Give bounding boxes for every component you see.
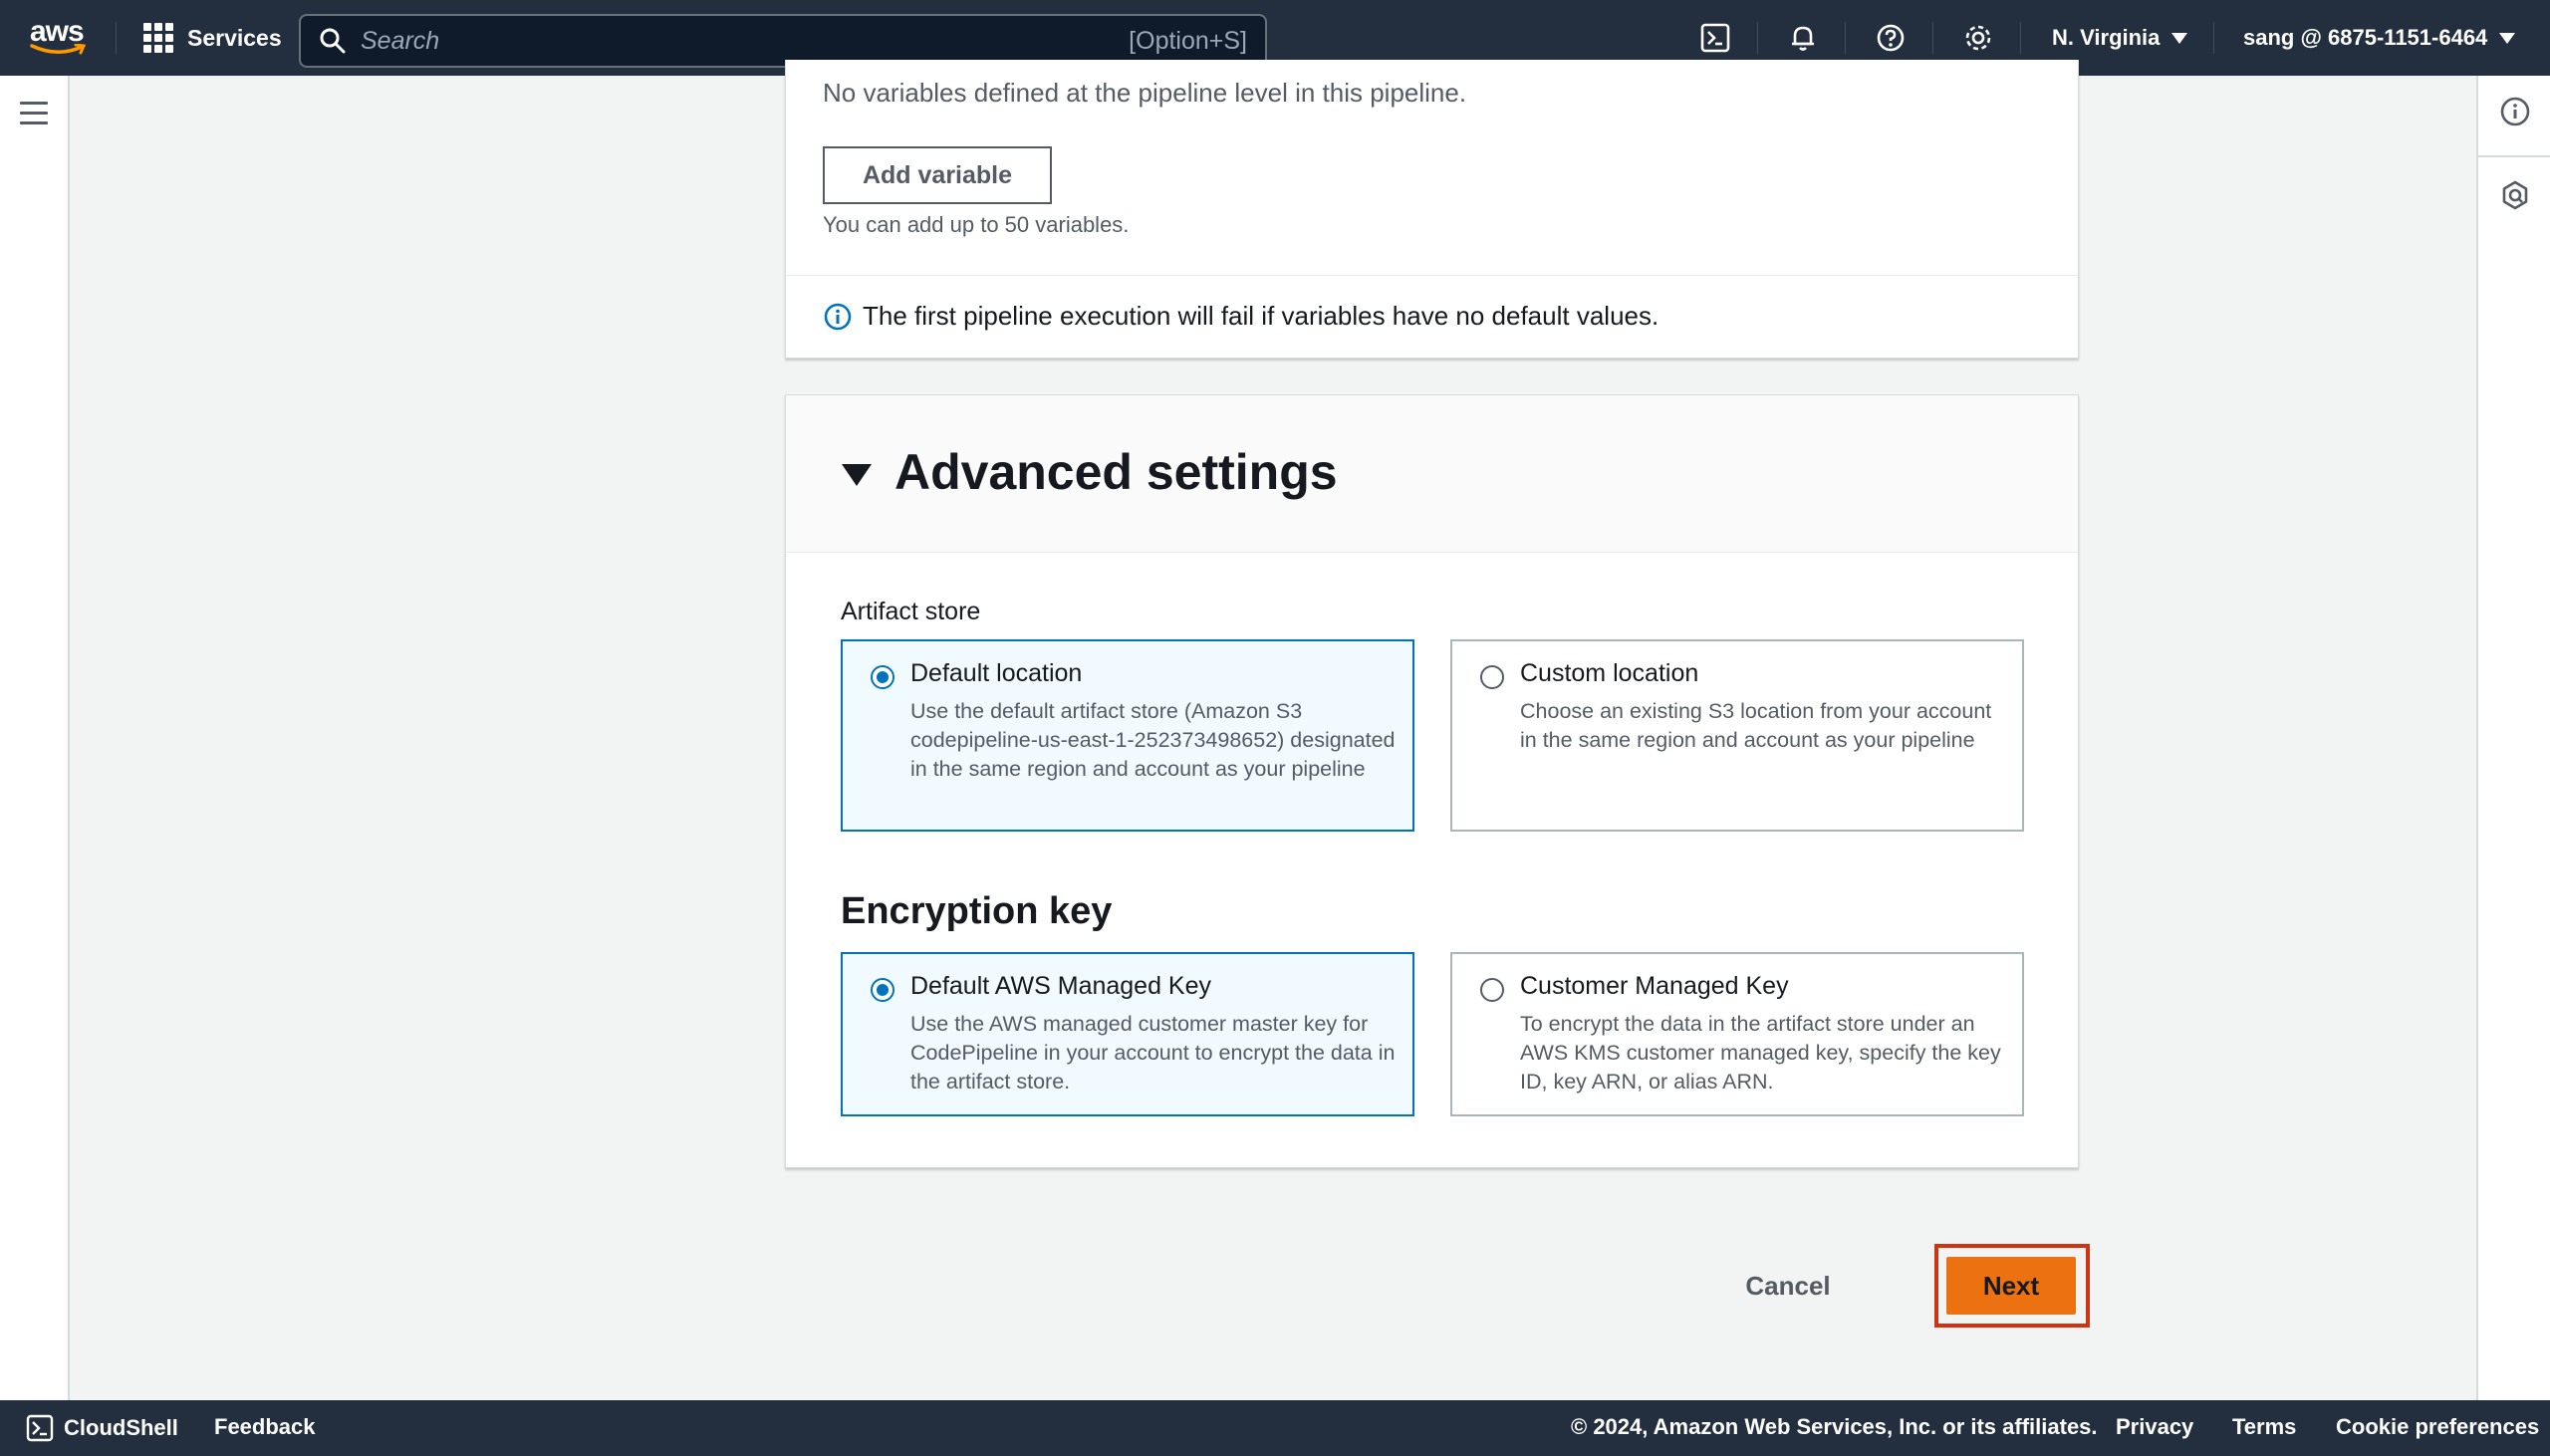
caret-down-icon[interactable] [842,464,872,486]
settings-icon [1965,25,1991,51]
tile-description: Use the default artifact store (Amazon S… [910,699,1396,781]
caret-down-icon [2171,32,2188,44]
account-menu[interactable]: sang @ 6875-1151-6464 [2243,22,2516,54]
cloudshell-label: CloudShell [64,1415,178,1440]
grid-icon [143,23,173,53]
variables-limit-hint: You can add up to 50 variables. [823,212,1130,237]
radio-button[interactable] [1480,665,1504,689]
tile-description: Choose an existing S3 location from your… [1520,699,1992,752]
aws-logo-text: aws [30,15,85,48]
console-footer: CloudShell Feedback © 2024, Amazon Web S… [0,1400,2550,1456]
radio-button[interactable] [871,665,894,689]
tile-description: To encrypt the data in the artifact stor… [1520,1012,2001,1093]
hexagon-icon [2502,180,2528,210]
nav-separator [2020,22,2021,54]
region-selector[interactable]: N. Virginia [2052,22,2188,54]
region-label: N. Virginia [2052,25,2161,50]
cancel-button[interactable]: Cancel [1733,1261,1843,1311]
tile-title: Custom location [1520,659,1699,687]
artifact-custom-location-tile[interactable]: Custom location Choose an existing S3 lo… [1450,639,2024,832]
artifact-store-label: Artifact store [841,598,981,625]
radio-button[interactable] [871,978,894,1002]
search-icon [320,28,346,54]
help-icon [1877,24,1905,52]
encryption-customer-key-tile[interactable]: Customer Managed Key To encrypt the data… [1450,952,2024,1116]
advanced-settings-title[interactable]: Advanced settings [894,443,1338,501]
advanced-settings-panel: Advanced settings Artifact store Default… [785,394,2079,1168]
search-shortcut-hint: [Option+S] [1129,26,1247,55]
cloudshell-button[interactable] [1699,22,1731,54]
info-alert-text: The first pipeline execution will fail i… [863,301,1659,331]
menu-icon[interactable] [20,102,48,125]
tile-title: Customer Managed Key [1520,972,1789,1000]
services-label: Services [187,24,282,51]
nav-separator [1845,22,1846,54]
encryption-key-title: Encryption key [841,890,1113,932]
nav-separator [2213,22,2214,54]
feedback-link[interactable]: Feedback [214,1414,316,1440]
services-menu-button[interactable]: Services [143,22,282,54]
no-variables-text: No variables defined at the pipeline lev… [823,78,1467,108]
tile-title: Default AWS Managed Key [910,972,1212,1000]
info-icon [2500,97,2530,126]
search-input[interactable] [361,26,1130,56]
copyright-text: © 2024, Amazon Web Services, Inc. or its… [1571,1414,2098,1439]
right-tools-rail [2476,76,2550,1400]
encryption-default-key-tile[interactable]: Default AWS Managed Key Use the AWS mana… [841,952,1414,1116]
left-navigation-rail [0,76,70,1400]
variables-info-alert: The first pipeline execution will fail i… [823,301,1658,332]
settings-button[interactable] [1962,22,1994,54]
nav-separator [116,22,117,54]
tile-description: Use the AWS managed customer master key … [910,1012,1396,1093]
cookie-preferences-link[interactable]: Cookie preferences [2336,1414,2539,1440]
caret-down-icon [2499,32,2516,44]
advanced-settings-header[interactable]: Advanced settings [786,395,2078,553]
privacy-link[interactable]: Privacy [2116,1414,2193,1440]
cloudshell-icon [1700,23,1730,53]
terms-label: Terms [2232,1414,2297,1439]
aws-logo[interactable]: aws [30,15,87,58]
feedback-label: Feedback [214,1414,316,1439]
artifact-default-location-tile[interactable]: Default location Use the default artifac… [841,639,1414,832]
radio-button[interactable] [1480,978,1504,1002]
nav-separator [1932,22,1933,54]
privacy-label: Privacy [2116,1414,2194,1439]
next-button[interactable]: Next [1946,1257,2076,1315]
amazon-q-button[interactable] [2498,178,2532,212]
add-variable-button[interactable]: Add variable [823,146,1052,204]
rail-divider [2478,155,2550,157]
cookie-preferences-label: Cookie preferences [2336,1414,2540,1439]
account-label: sang @ 6875-1151-6464 [2243,25,2488,50]
info-circle-icon [824,303,852,330]
terms-link[interactable]: Terms [2232,1414,2296,1440]
cloudshell-icon [26,1414,54,1442]
bell-icon [1792,26,1814,51]
cloudshell-footer-button[interactable]: CloudShell [26,1414,178,1442]
tile-title: Default location [910,659,1083,687]
help-button[interactable] [1875,22,1907,54]
info-panel-button[interactable] [2498,95,2532,128]
panel-divider [786,275,2078,276]
notifications-button[interactable] [1787,22,1819,54]
nav-separator [1757,22,1758,54]
variables-panel: No variables defined at the pipeline lev… [785,60,2079,359]
aws-smile-icon [30,44,87,55]
